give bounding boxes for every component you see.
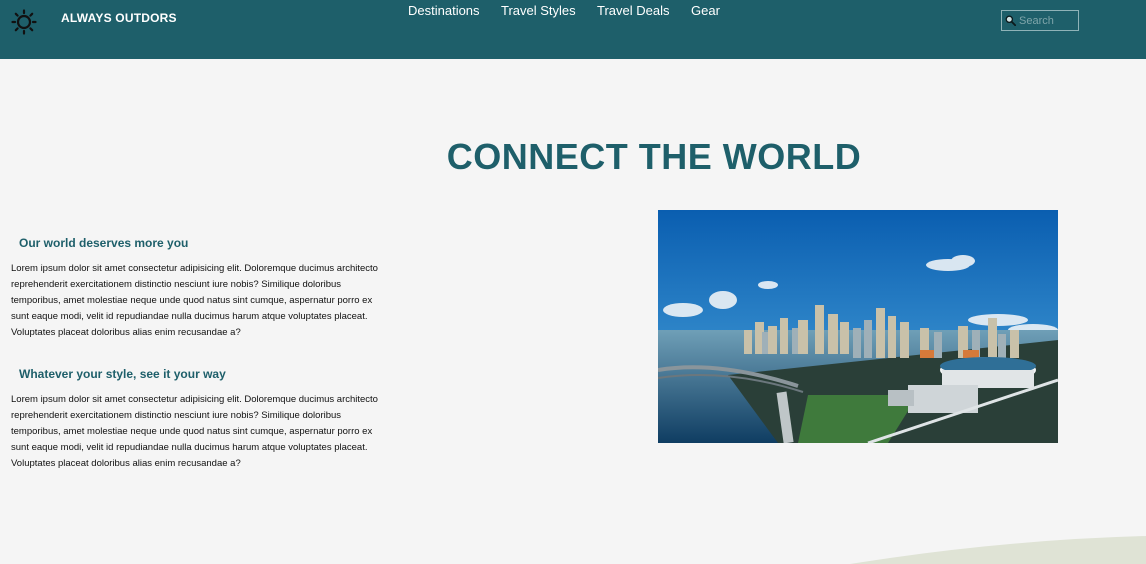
top-navbar: ALWAYS OUTDORS Destinations Travel Style… <box>0 0 1146 59</box>
search-icon <box>1005 15 1016 26</box>
page-title: CONNECT THE WORLD <box>446 136 862 177</box>
nav-link-destinations[interactable]: Destinations <box>408 3 480 18</box>
nav-link-travel-deals[interactable]: Travel Deals <box>597 3 669 18</box>
section-heading-style: Whatever your style, see it your way <box>19 367 226 381</box>
footer-wave <box>850 536 1146 564</box>
search-box[interactable] <box>1001 10 1079 31</box>
main-nav: Destinations Travel Styles Travel Deals … <box>0 3 1146 23</box>
section-body-style: Lorem ipsum dolor sit amet consectetur a… <box>11 394 378 469</box>
search-input[interactable] <box>1019 13 1077 29</box>
hero-city-image <box>658 210 1058 443</box>
section-heading-world: Our world deserves more you <box>19 236 189 250</box>
section-body-world: Lorem ipsum dolor sit amet consectetur a… <box>11 263 378 338</box>
nav-link-gear[interactable]: Gear <box>691 3 720 18</box>
nav-link-travel-styles[interactable]: Travel Styles <box>501 3 576 18</box>
